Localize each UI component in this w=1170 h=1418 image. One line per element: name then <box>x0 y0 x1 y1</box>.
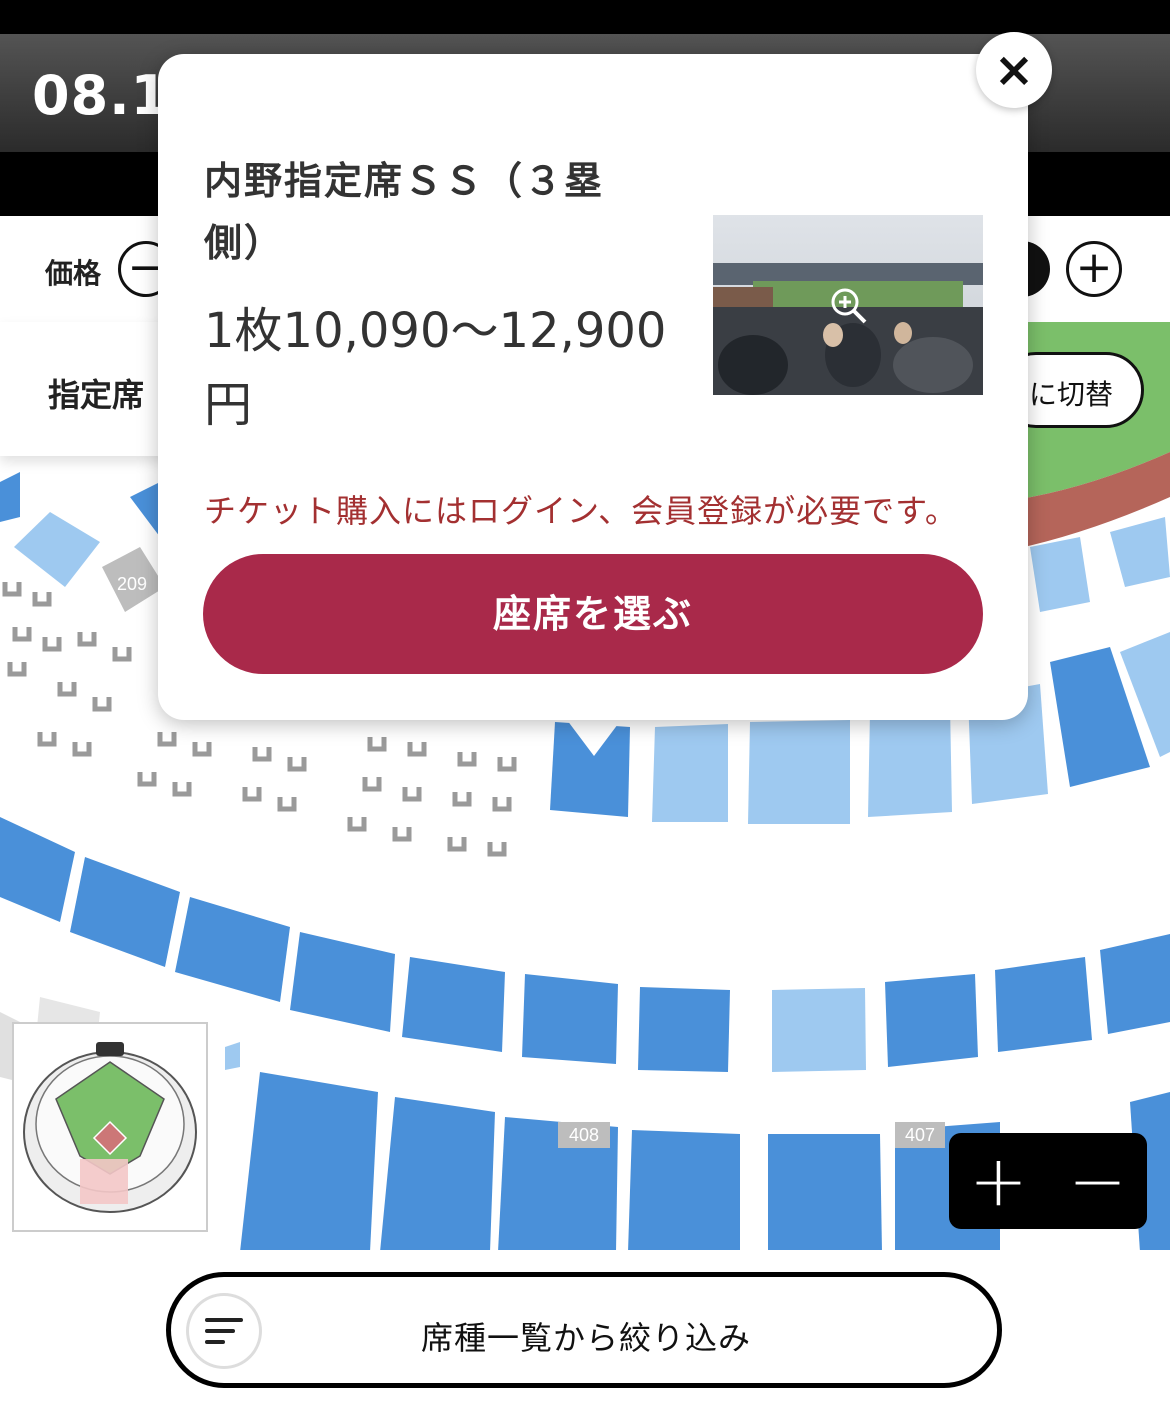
section-407-label: 407 <box>905 1125 935 1145</box>
view-switch-label: に切替 <box>1029 378 1114 411</box>
seat-section <box>522 974 618 1064</box>
seat-section <box>628 1130 740 1252</box>
seat-section <box>402 957 505 1052</box>
seat-section <box>0 817 75 922</box>
seat-section <box>885 974 978 1067</box>
zoom-controls: + − <box>949 1133 1147 1229</box>
seat-section <box>748 720 850 824</box>
price-increase-button[interactable]: + <box>1066 241 1122 297</box>
seat-section <box>1030 537 1090 612</box>
seat-type-title: 指定席 <box>48 376 145 414</box>
zoom-in-button[interactable]: + <box>949 1133 1048 1229</box>
seat-section <box>995 957 1092 1052</box>
seat-section <box>70 857 180 967</box>
popup-pointer <box>564 716 624 756</box>
status-bar <box>0 0 1170 34</box>
seat-info-popup: 内野指定席ＳＳ（３塁側） 1枚10,090〜12,900円 チケット購入にはログ… <box>158 54 1028 720</box>
seat-section <box>14 512 100 587</box>
close-popup-button[interactable]: × <box>976 32 1052 108</box>
seat-section <box>868 704 952 817</box>
login-notice: チケット購入にはログイン、会員登録が必要です。 <box>204 492 958 530</box>
seat-section <box>768 1134 882 1252</box>
section-label-408: 408 <box>498 1117 618 1252</box>
section-label-209: 209 <box>102 547 165 612</box>
seat-type-filter-button[interactable]: 席種一覧から絞り込み <box>166 1272 1002 1388</box>
seat-section <box>240 1072 378 1252</box>
section-408-label: 408 <box>569 1125 599 1145</box>
seat-section <box>175 897 290 1002</box>
seat-section <box>1100 934 1170 1034</box>
filter-lines-icon <box>189 1296 259 1366</box>
zoom-out-button[interactable]: − <box>1048 1133 1147 1229</box>
stadium-overview-icon <box>23 1042 197 1213</box>
seat-section <box>652 724 728 822</box>
section-209-label: 209 <box>117 574 147 594</box>
seat-category-title: 内野指定席ＳＳ（３塁側） <box>204 159 605 265</box>
seat-view-photo[interactable] <box>713 215 983 395</box>
seat-section <box>225 1042 240 1070</box>
seat-section <box>1110 517 1170 587</box>
seat-section <box>0 472 20 522</box>
close-icon: × <box>993 42 1035 98</box>
ticket-price: 1枚10,090〜12,900円 <box>204 303 667 433</box>
event-date: 08.1 <box>32 64 170 127</box>
select-seat-button[interactable]: 座席を選ぶ <box>203 554 983 674</box>
price-label: 価格 <box>45 257 102 290</box>
seat-section <box>290 932 395 1032</box>
seat-section <box>638 987 730 1072</box>
seat-section <box>380 1097 495 1252</box>
seat-type-filter-label: 席種一覧から絞り込み <box>421 1319 752 1357</box>
stadium-minimap[interactable] <box>12 1022 208 1232</box>
seat-section <box>772 988 866 1072</box>
seat-section <box>130 482 160 537</box>
